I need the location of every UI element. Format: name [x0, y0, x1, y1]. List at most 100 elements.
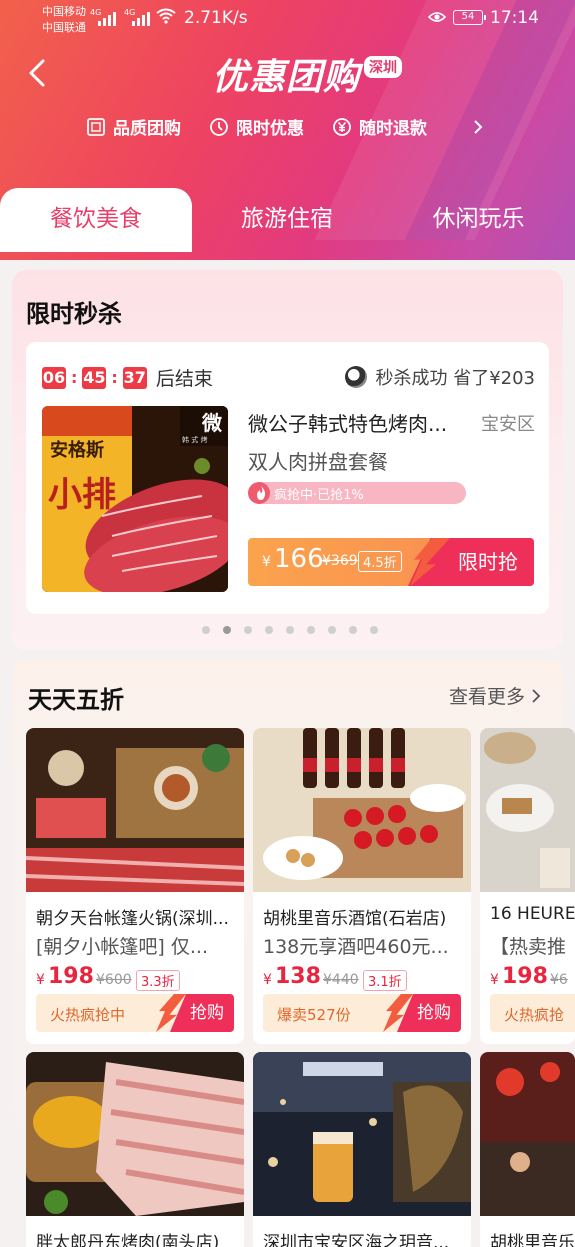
page-title: 优惠团购 — [212, 57, 361, 98]
buy-bar: 火热疯抢 — [490, 994, 575, 1032]
sales-hint: 火热疯抢 — [504, 1006, 565, 1024]
sales-hint: 爆卖527份 — [277, 1006, 351, 1024]
chevron-right-icon — [532, 688, 541, 703]
product-image[interactable] — [253, 1052, 471, 1216]
svg-text:韩 式 烤: 韩 式 烤 — [182, 435, 207, 444]
bbq-photo — [26, 1052, 244, 1216]
carousel-dot[interactable] — [328, 626, 336, 634]
see-more-link[interactable]: 查看更多 — [449, 682, 541, 709]
carousel-dot[interactable] — [370, 626, 378, 634]
product-desc: [朝夕小帐篷吧] 仅... — [36, 936, 208, 958]
product-name: 胡桃里音乐 — [490, 1233, 575, 1247]
deal-price: 166 — [274, 544, 324, 574]
city-badge[interactable]: 深圳 — [364, 56, 402, 78]
feature-limited: 限时优惠 — [209, 114, 304, 139]
buy-bar: 爆卖527份 抢购 — [263, 994, 461, 1032]
yuan-icon — [333, 117, 351, 136]
sales-hint: 火热疯抢中 — [50, 1006, 126, 1024]
product-price: 138 — [275, 964, 321, 989]
section-title: 限时秒杀 — [26, 300, 122, 328]
flash-deal-card[interactable]: 06 : 45 : 37 后结束 秒杀成功 省了¥203 安格斯 小排 微 韩 … — [26, 342, 549, 614]
tab-food[interactable]: 餐饮美食 — [0, 188, 192, 252]
battery-icon: 54 — [453, 10, 486, 25]
carousel-dot[interactable] — [202, 626, 210, 634]
carousel-dot[interactable] — [265, 626, 273, 634]
feature-quality: 品质团购 — [86, 114, 181, 139]
feature-strip: 品质团购 限时优惠 随时退款 — [86, 114, 427, 139]
hotpot-photo — [26, 728, 244, 892]
product-name: 朝夕天台帐篷火锅(深圳... — [36, 909, 229, 929]
svg-text:安格斯: 安格斯 — [50, 439, 104, 461]
product-card[interactable]: 16 HEURES 【热卖推 ¥ 198 ¥6 火热疯抢 — [480, 728, 575, 1044]
eye-comfort-icon — [428, 12, 446, 22]
deal-image[interactable]: 安格斯 小排 微 韩 式 烤 — [42, 406, 228, 592]
deal-name[interactable]: 微公子韩式特色烤肉... — [248, 408, 447, 437]
carousel-dot[interactable] — [349, 626, 357, 634]
coupon-icon — [87, 117, 105, 136]
original-price: ¥369 — [322, 553, 358, 569]
bar-set-photo — [253, 728, 471, 892]
flash-buy-bar[interactable]: ¥ 166 ¥369 4.5折 限时抢 — [248, 538, 534, 586]
countdown-suffix: 后结束 — [155, 368, 213, 390]
back-icon[interactable] — [26, 58, 48, 88]
product-card[interactable]: 深圳市宝安区海之玥音... — [253, 1052, 471, 1247]
product-image[interactable] — [480, 728, 575, 892]
night-bar-photo — [253, 1052, 471, 1216]
product-desc: 138元享酒吧460元... — [263, 936, 449, 958]
clock-icon — [210, 117, 228, 136]
product-image[interactable] — [480, 1052, 575, 1216]
status-bar: 中国移动 中国联通 4G 4G 2.71K/s 54 17:14 — [0, 0, 575, 40]
countdown: 06 : 45 : 37 后结束 — [42, 364, 213, 391]
discount-badge: 3.1折 — [363, 970, 407, 991]
discount-badge: 4.5折 — [358, 551, 402, 572]
section-title: 天天五折 — [28, 686, 124, 714]
countdown-seconds: 37 — [122, 366, 147, 389]
flash-sale-section: 限时秒杀 06 : 45 : 37 后结束 秒杀成功 省了¥203 安格斯 小排… — [12, 270, 563, 650]
carousel-dot[interactable] — [244, 626, 252, 634]
product-card[interactable]: 胡桃里音乐酒馆(石岩店) 138元享酒吧460元... ¥ 138 ¥440 3… — [253, 728, 471, 1044]
tab-travel[interactable]: 旅游住宿 — [192, 188, 382, 252]
countdown-hours: 06 — [42, 366, 66, 389]
original-price: ¥6 — [550, 972, 568, 988]
network-speed: 2.71K/s — [184, 8, 248, 28]
feature-refund: 随时退款 — [332, 114, 427, 139]
tab-leisure[interactable]: 休闲玩乐 — [382, 188, 575, 252]
product-image[interactable] — [253, 728, 471, 892]
product-card[interactable]: 朝夕天台帐篷火锅(深圳... [朝夕小帐篷吧] 仅... ¥ 198 ¥600 … — [26, 728, 244, 1044]
countdown-minutes: 45 — [82, 366, 107, 389]
product-name: 深圳市宝安区海之玥音... — [263, 1233, 450, 1247]
carrier-info: 中国移动 中国联通 — [42, 5, 86, 34]
product-name: 胖太郎丹东烤肉(南头店) — [36, 1233, 220, 1247]
product-image[interactable] — [26, 728, 244, 892]
product-card[interactable]: 胡桃里音乐 — [480, 1052, 575, 1247]
product-image[interactable] — [26, 1052, 244, 1216]
avatar — [345, 366, 368, 388]
product-price: 198 — [502, 964, 548, 989]
meat-photo: 安格斯 小排 微 韩 式 烤 — [42, 406, 228, 592]
signal-icon — [132, 10, 150, 26]
product-card[interactable]: 胖太郎丹东烤肉(南头店) — [26, 1052, 244, 1247]
discount-badge: 3.3折 — [136, 970, 180, 991]
dessert-photo — [480, 728, 575, 892]
status-time: 17:14 — [490, 8, 539, 28]
product-price: 198 — [48, 964, 94, 989]
carousel-dot[interactable] — [223, 626, 231, 634]
signal-icon — [98, 10, 116, 26]
carousel-dot[interactable] — [307, 626, 315, 634]
carousel-dot[interactable] — [286, 626, 294, 634]
deal-area: 宝安区 — [481, 414, 535, 435]
progress-text: 疯抢中·已抢1% — [274, 488, 364, 503]
original-price: ¥440 — [323, 972, 359, 988]
chevron-right-icon[interactable] — [472, 118, 484, 136]
wifi-icon — [156, 8, 176, 24]
product-name: 胡桃里音乐酒馆(石岩店) — [263, 909, 447, 929]
carousel-indicator — [202, 626, 378, 634]
restaurant-photo — [480, 1052, 575, 1216]
category-tabs: 餐饮美食 旅游住宿 休闲玩乐 — [0, 188, 575, 252]
original-price: ¥600 — [96, 972, 132, 988]
svg-text:小排: 小排 — [48, 475, 116, 515]
svg-text:微: 微 — [201, 411, 222, 435]
saved-notice: 秒杀成功 省了¥203 — [345, 364, 535, 390]
sale-progress: 疯抢中·已抢1% — [248, 482, 466, 504]
product-name: 16 HEURES — [490, 904, 575, 924]
